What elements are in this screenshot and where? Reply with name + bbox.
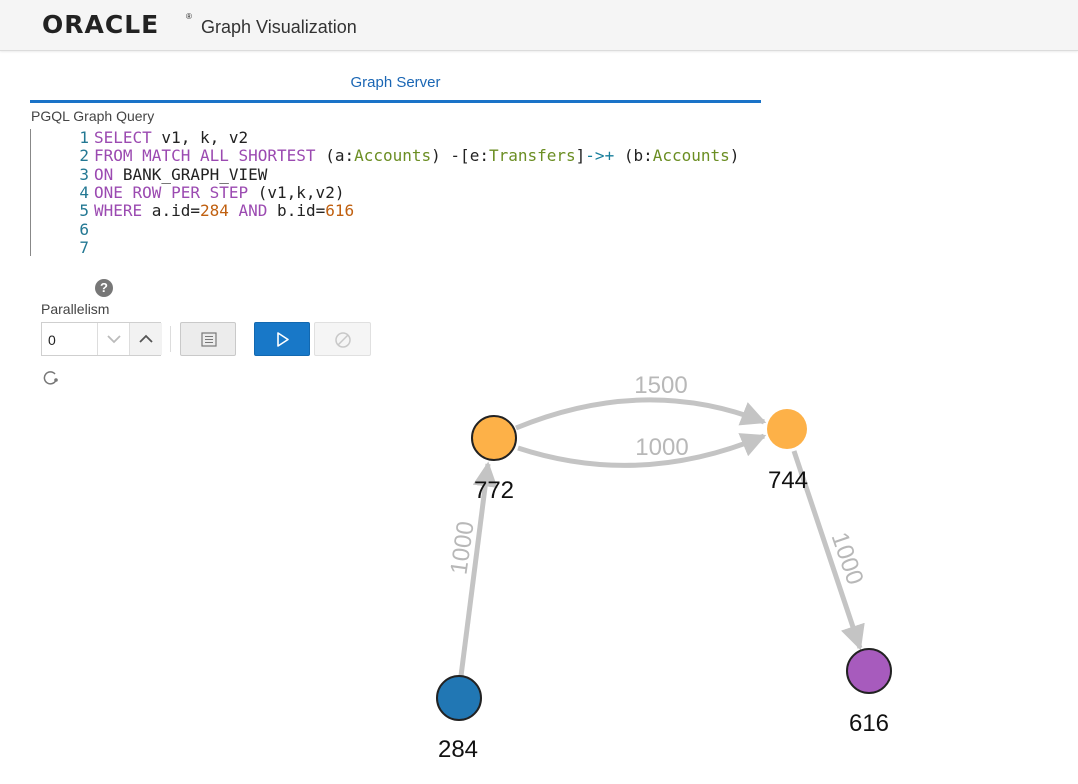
node-label: 744 bbox=[768, 467, 808, 494]
graph-canvas[interactable]: 1500 1000 1000 1000 772 744 284 616 bbox=[0, 0, 1078, 784]
node-label: 772 bbox=[474, 477, 514, 504]
node-744[interactable] bbox=[767, 409, 807, 449]
node-284[interactable] bbox=[436, 675, 482, 721]
node-label: 284 bbox=[438, 736, 478, 763]
node-616[interactable] bbox=[846, 648, 892, 694]
node-label: 616 bbox=[849, 710, 889, 737]
node-772[interactable] bbox=[471, 415, 517, 461]
edge-label: 1500 bbox=[634, 372, 687, 399]
edge-772-744-top[interactable] bbox=[515, 397, 767, 431]
edge-label: 1000 bbox=[635, 434, 688, 461]
